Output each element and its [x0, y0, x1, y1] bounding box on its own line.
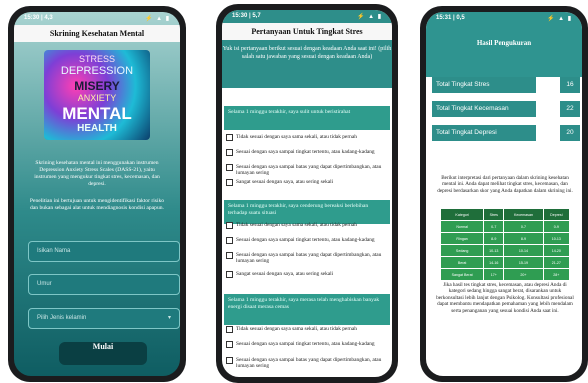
- status-bar: 15:31 | 0,5 ⚡ ▲ ▮: [426, 12, 582, 25]
- table-row: Sangat Berat 17+ 20+ 28+: [439, 268, 571, 281]
- checkbox[interactable]: [226, 271, 233, 278]
- consultation-advice: Jika hasil tes tingkat stres, kecemasan,…: [436, 282, 574, 314]
- stress-score-label: Total Tingkat Stres: [432, 77, 536, 93]
- table-row: Normal 0-7 0-7 0-9: [439, 220, 571, 233]
- gender-select-label: Pilih Jenis kelamin: [37, 315, 87, 321]
- table-header-cell: Depresi: [542, 208, 571, 221]
- anxiety-score-value: 22: [560, 101, 580, 117]
- checkbox[interactable]: [226, 134, 233, 141]
- checkbox[interactable]: [226, 222, 233, 229]
- status-icons: ⚡ ▲ ▮: [356, 14, 382, 20]
- status-bar: 15:30 | 4,3 ⚡ ▲ ▮: [14, 12, 180, 25]
- question-heading: Selama 1 minggu terakhir, saya merasa te…: [224, 294, 390, 325]
- table-row: Ringan 8-9 8-9 10-13: [439, 232, 571, 245]
- option-label: Tidak sesuai dengan saya sama sekali, at…: [236, 326, 357, 332]
- table-header-cell: Kecemasan: [503, 208, 544, 221]
- checkbox[interactable]: [226, 179, 233, 186]
- table-cell: 14-16: [483, 256, 505, 269]
- option-label: Tidak sesuai dengan saya sama sekali, at…: [236, 222, 357, 228]
- table-cell: Sangat Berat: [439, 268, 485, 281]
- question-heading: Selama 1 minggu terakhir, saya cenderung…: [224, 200, 390, 224]
- table-cell: 10-14: [503, 244, 544, 257]
- table-cell: 8-9: [483, 232, 505, 245]
- intro-paragraph: Skrining kesehatan mental ini menggunaka…: [34, 160, 160, 187]
- option-label: Sesuai dengan saya sampai tingkat terten…: [236, 149, 375, 155]
- page-title: Pertanyaan Untuk Tingkat Stres: [222, 23, 392, 40]
- screen: 15:30 | 5,7 ⚡ ▲ ▮ Pertanyaan Untuk Tingk…: [222, 10, 392, 377]
- table-cell: 21-27: [542, 256, 571, 269]
- hero-word: HEALTH: [77, 123, 117, 134]
- depression-score-value: 20: [560, 125, 580, 141]
- table-cell: 15-19: [503, 256, 544, 269]
- hero-word: MISERY: [74, 79, 120, 93]
- table-cell: Berat: [439, 256, 485, 269]
- table-cell: 0-9: [542, 220, 571, 233]
- status-icons: ⚡ ▲ ▮: [546, 16, 572, 22]
- option-label: Sesuai dengan saya sampai tingkat terten…: [236, 237, 375, 243]
- option-label: Sesuai dengan saya sampai batas yang dap…: [236, 164, 382, 177]
- hero-word: ANXIETY: [77, 93, 117, 103]
- page-title: Hasil Pengukuran: [476, 39, 532, 47]
- screen: 15:31 | 0,5 ⚡ ▲ ▮ Hasil Pengukuran Total…: [426, 12, 582, 376]
- table-header-cell: Kategori: [439, 208, 485, 221]
- status-icons: ⚡ ▲ ▮: [144, 16, 170, 22]
- mental-health-illustration: STRESS DEPRESSION MISERY ANXIETY MENTAL …: [44, 50, 150, 140]
- table-cell: Normal: [439, 220, 485, 233]
- status-time: 15:31 | 0,5: [436, 15, 465, 21]
- table-cell: Ringan: [439, 232, 485, 245]
- chevron-down-icon: ▾: [167, 315, 171, 321]
- checkbox[interactable]: [226, 341, 233, 348]
- table-cell: 0-7: [483, 220, 505, 233]
- table-cell: 8-9: [503, 232, 544, 245]
- intro-text: Yuk isi pertanyaan berikut sesuai dengan…: [222, 40, 392, 88]
- results-header: Hasil Pengukuran: [426, 25, 582, 77]
- checkbox[interactable]: [226, 164, 233, 171]
- checkbox[interactable]: [226, 149, 233, 156]
- table-cell: 0-7: [503, 220, 544, 233]
- table-header-cell: Stres: [483, 208, 505, 221]
- status-time: 15:30 | 5,7: [232, 13, 261, 19]
- hero-word: DEPRESSION: [60, 65, 134, 77]
- option-label: Sangat sesuai dengan saya, atau sering s…: [236, 271, 334, 277]
- checkbox[interactable]: [226, 252, 233, 259]
- status-time: 15:30 | 4,3: [24, 15, 53, 21]
- severity-table: Kategori Stres Kecemasan Depresi Normal …: [439, 208, 571, 281]
- age-input[interactable]: Umur: [28, 274, 180, 295]
- option-label: Sesuai dengan saya sampai tingkat terten…: [236, 341, 375, 347]
- option-label: Sesuai dengan saya sampai batas yang dap…: [236, 357, 382, 370]
- option-label: Tidak sesuai dengan saya sama sekali, at…: [236, 134, 357, 140]
- table-cell: 10-13: [542, 232, 571, 245]
- screen: 15:30 | 4,3 ⚡ ▲ ▮ Skrining Kesehatan Men…: [14, 12, 180, 376]
- phone-screening-home: 15:30 | 4,3 ⚡ ▲ ▮ Skrining Kesehatan Men…: [8, 6, 186, 382]
- stress-score-value: 16: [560, 77, 580, 93]
- start-button[interactable]: Mulai: [59, 342, 147, 365]
- interpretation-text: Berikut interpretasi dari pertanyaan dal…: [437, 175, 573, 194]
- table-cell: 10-13: [483, 244, 505, 257]
- table-header-row: Kategori Stres Kecemasan Depresi: [439, 208, 571, 221]
- checkbox[interactable]: [226, 326, 233, 333]
- hero-word: MENTAL: [62, 104, 132, 123]
- anxiety-score-label: Total Tingkat Kecemasan: [432, 101, 536, 117]
- gender-select[interactable]: Pilih Jenis kelamin ▾: [28, 308, 180, 329]
- purpose-paragraph: Penelitian ini bertujuan untuk mengident…: [29, 198, 165, 211]
- phone-stress-questions: 15:30 | 5,7 ⚡ ▲ ▮ Pertanyaan Untuk Tingk…: [216, 4, 398, 383]
- option-label: Sesuai dengan saya sampai batas yang dap…: [236, 252, 382, 265]
- hero-word: STRESS: [78, 54, 115, 64]
- table-cell: Sedang: [439, 244, 485, 257]
- checkbox[interactable]: [226, 357, 233, 364]
- phone-results: 15:31 | 0,5 ⚡ ▲ ▮ Hasil Pengukuran Total…: [420, 6, 588, 382]
- table-cell: 17+: [483, 268, 505, 281]
- depression-score-label: Total Tingkat Depresi: [432, 125, 536, 141]
- name-input[interactable]: Isikan Nama: [28, 241, 180, 262]
- checkbox[interactable]: [226, 237, 233, 244]
- page-title: Skrining Kesehatan Mental: [14, 25, 180, 42]
- table-cell: 14-20: [542, 244, 571, 257]
- table-cell: 20+: [503, 268, 544, 281]
- table-row: Berat 14-16 15-19 21-27: [439, 256, 571, 269]
- table-cell: 28+: [542, 268, 571, 281]
- question-heading: Selama 1 minggu terakhir, saya sulit unt…: [224, 106, 390, 130]
- status-bar: 15:30 | 5,7 ⚡ ▲ ▮: [222, 10, 392, 23]
- table-row: Sedang 10-13 10-14 14-20: [439, 244, 571, 257]
- option-label: Sangat sesuai dengan saya, atau sering s…: [236, 179, 334, 185]
